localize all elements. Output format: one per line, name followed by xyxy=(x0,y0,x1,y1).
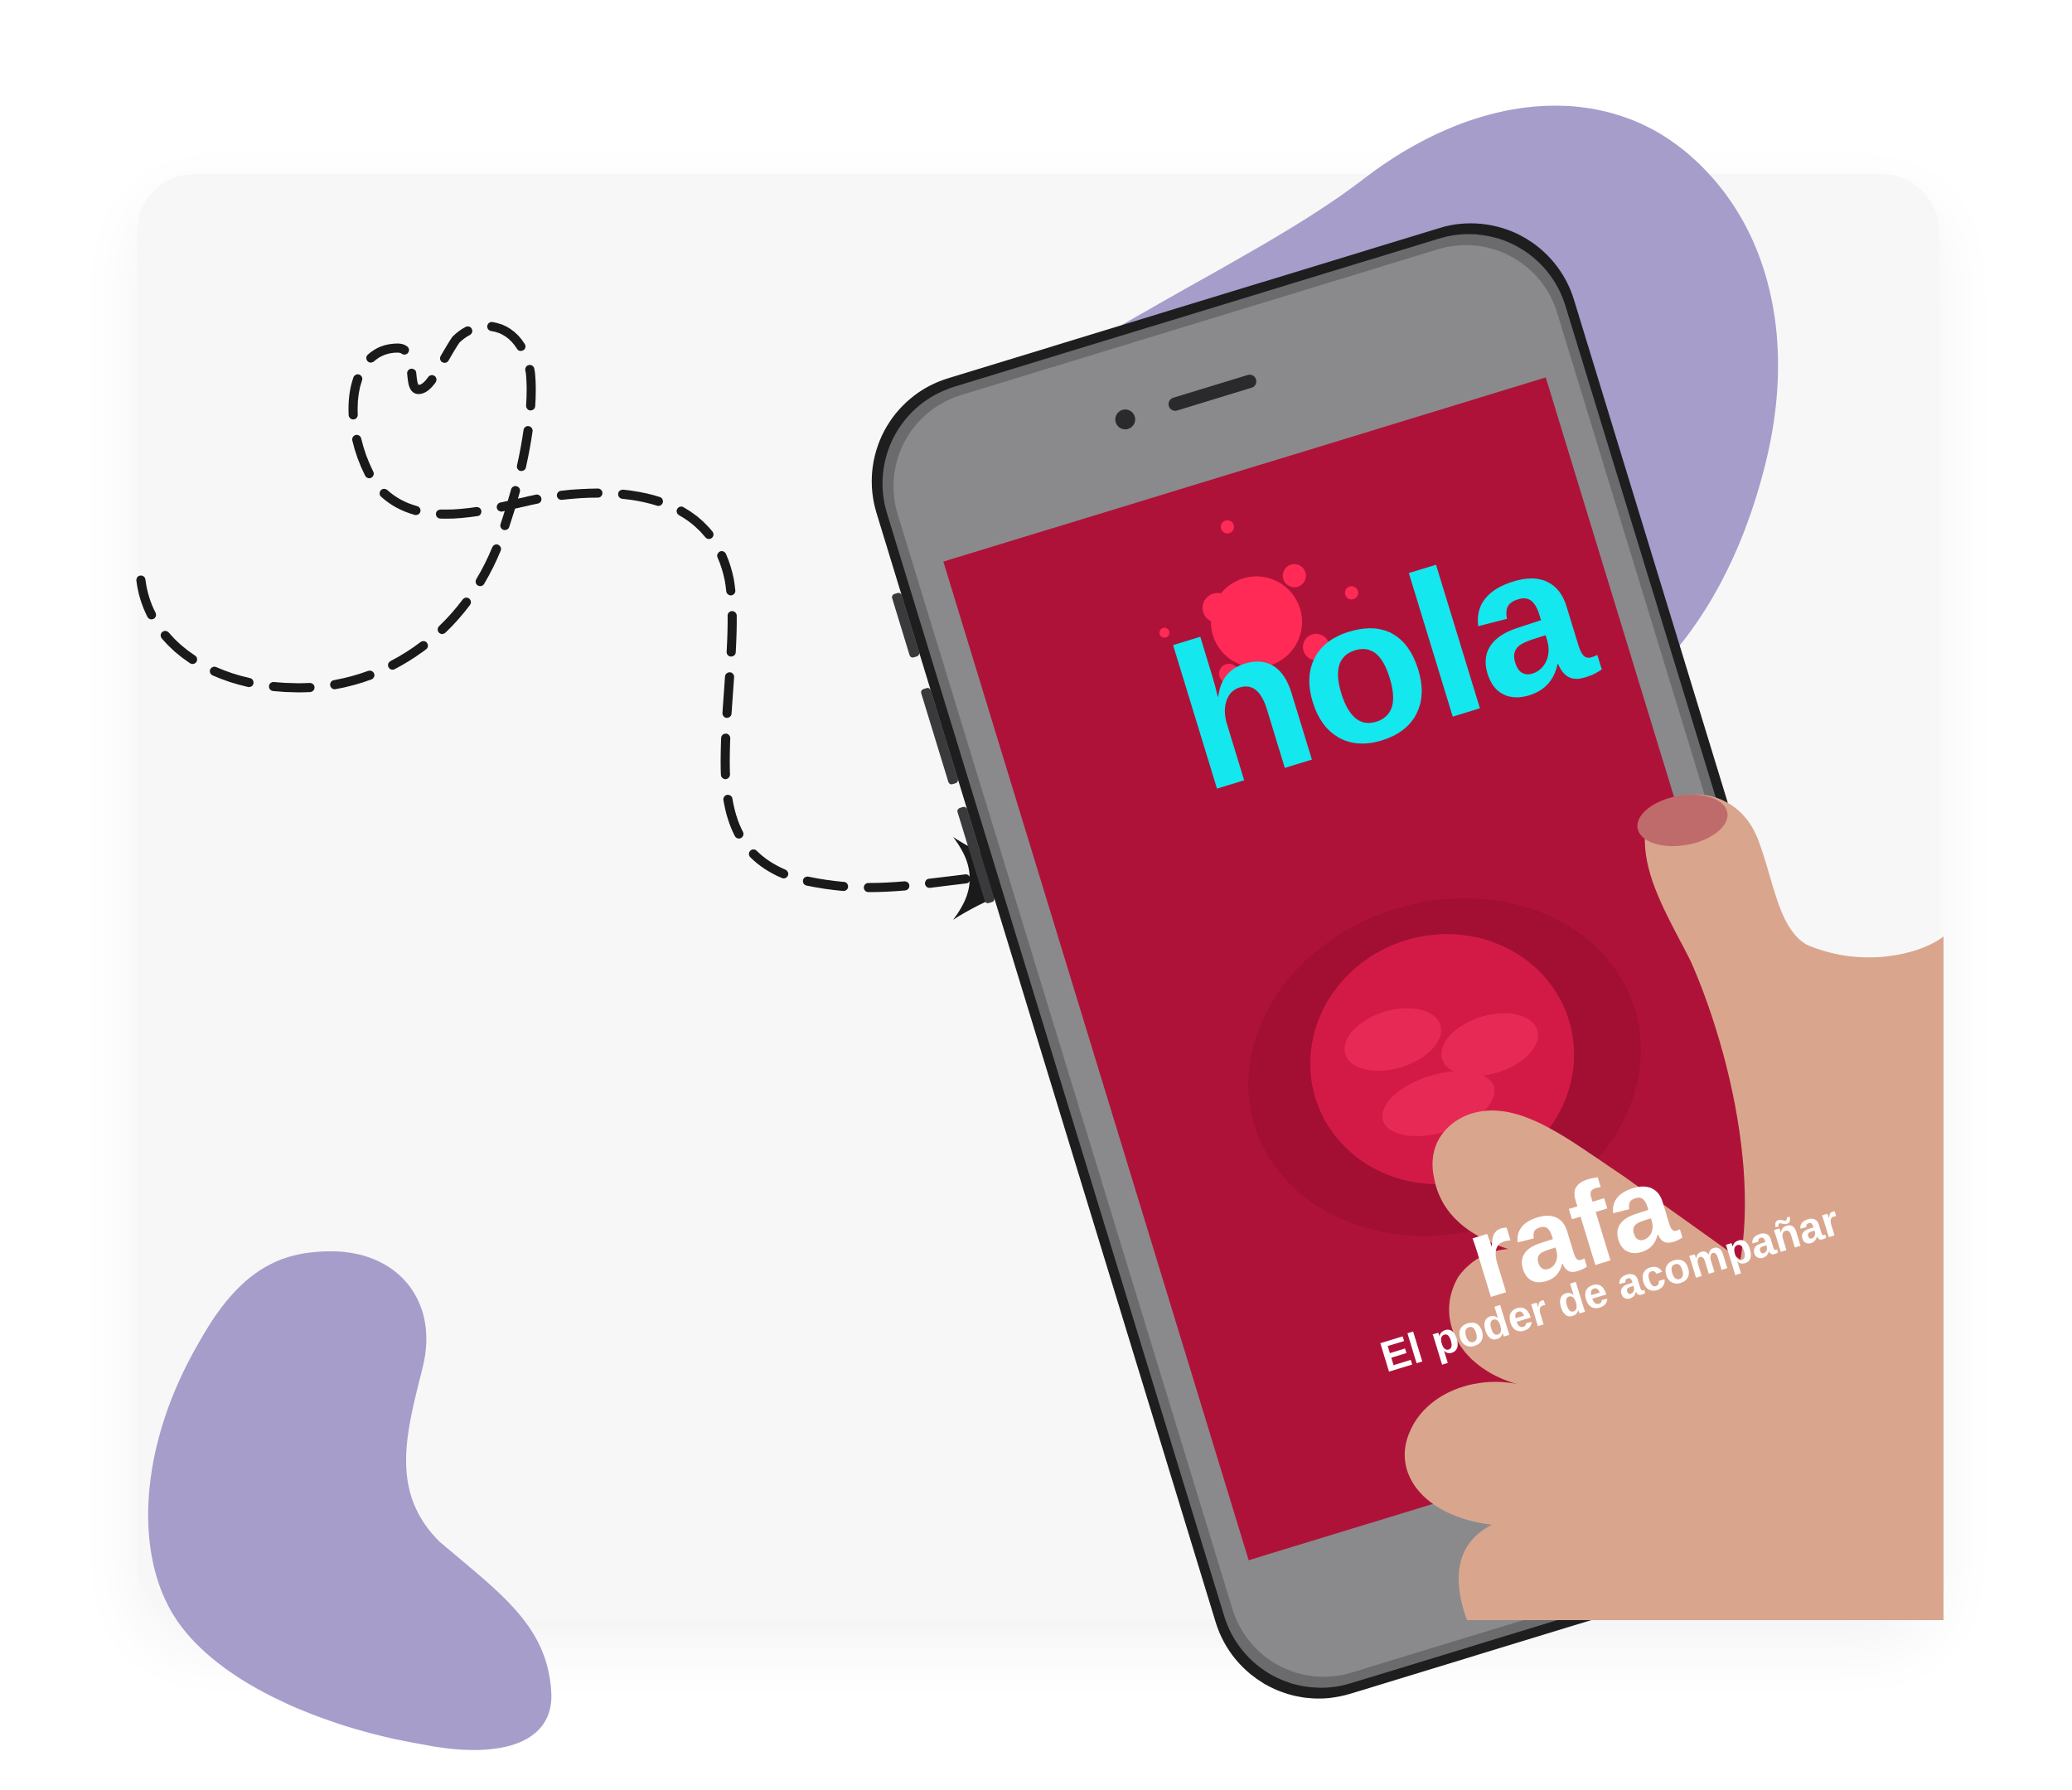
purple-blob-bottom xyxy=(148,1251,552,1750)
illustration xyxy=(136,105,1944,1750)
dashed-loop-path xyxy=(136,322,975,893)
